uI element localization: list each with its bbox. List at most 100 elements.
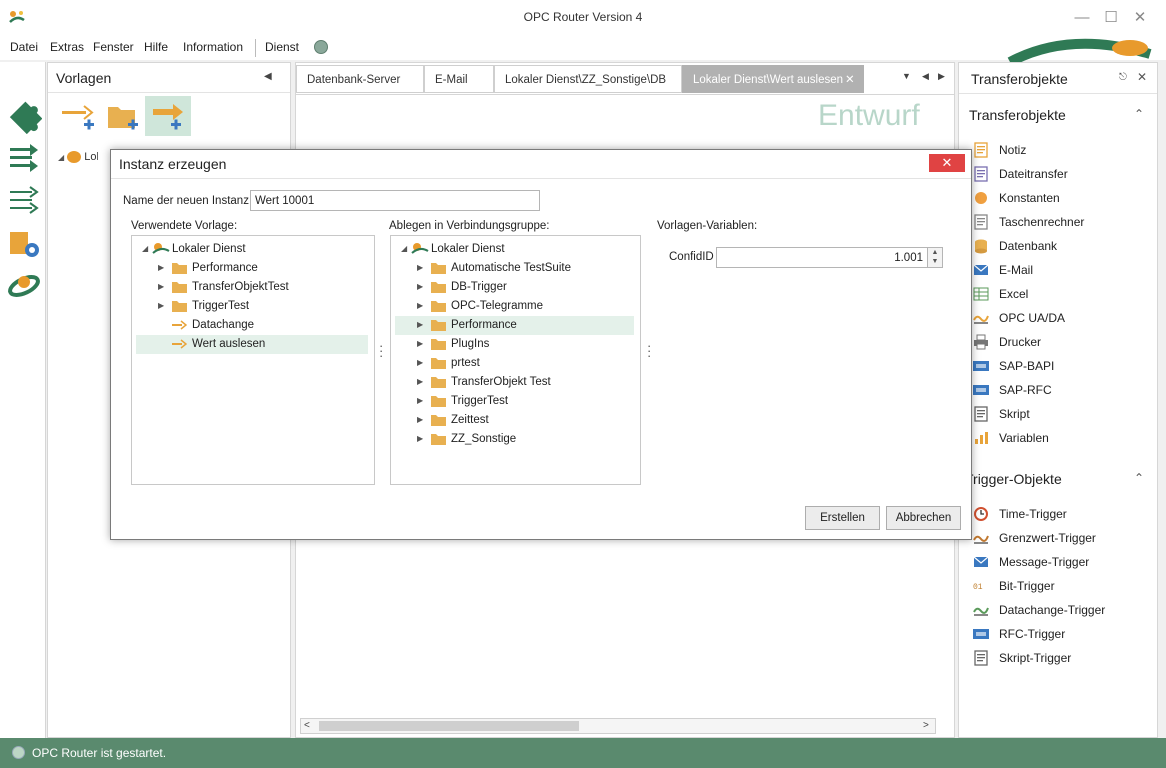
expand-right-icon[interactable]: ▶ [417,377,423,386]
menu-datei[interactable]: Datei [10,40,38,54]
transfer-object-item[interactable]: SAP-BAPI [973,356,1153,376]
transfer-object-item[interactable]: Variablen [973,428,1153,448]
vorlagen-tree-root[interactable]: ◢ Lokaler Dienst [58,151,98,164]
transfer-object-item[interactable]: Excel [973,284,1153,304]
expand-right-icon[interactable]: ▶ [417,339,423,348]
menu-fenster[interactable]: Fenster [93,40,134,54]
tree-item[interactable]: ▶ prtest [395,354,634,373]
template-lines-icon[interactable] [6,182,42,218]
expand-down-icon[interactable]: ◢ [401,244,407,253]
menu-hilfe[interactable]: Hilfe [144,40,168,54]
tab-wert-auslesen[interactable]: Lokaler Dienst\Wert auslesen ✕ [682,65,864,93]
collapse-icon[interactable]: ◀ [264,71,272,82]
chevron-up-icon[interactable]: ⌃ [1134,471,1144,485]
transfer-object-item[interactable]: Datachange-Trigger [973,600,1153,620]
opc-router-icon[interactable] [6,268,42,304]
tab-next-icon[interactable]: ▶ [938,71,945,82]
close-panel-icon[interactable]: ✕ [1137,70,1147,84]
tab-datenbank-server[interactable]: Datenbank-Server [296,65,424,93]
tree-item[interactable]: Wert auslesen [136,335,368,354]
expand-right-icon[interactable]: ▶ [417,415,423,424]
transfer-object-item[interactable]: RFC-Trigger [973,624,1153,644]
transfer-object-item[interactable]: Taschenrechner [973,212,1153,232]
expand-right-icon[interactable]: ▶ [417,396,423,405]
tab-prev-icon[interactable]: ◀ [922,71,929,82]
tree-item[interactable]: ▶ PlugIns [395,335,634,354]
transfer-object-item[interactable]: Notiz [973,140,1153,160]
scroll-left-icon[interactable]: < [304,720,310,731]
expand-right-icon[interactable]: ▶ [158,263,164,272]
menu-information[interactable]: Information [183,40,243,54]
expand-down-icon[interactable]: ◢ [142,244,148,253]
menu-dienst[interactable]: Dienst [265,40,299,54]
tree-item[interactable]: ▶ TriggerTest [395,392,634,411]
tree-item[interactable]: ▶ TransferObjektTest [136,278,368,297]
svg-text:01: 01 [973,583,983,592]
confid-input[interactable] [716,247,928,268]
new-template-icon[interactable] [58,97,100,135]
expand-right-icon[interactable]: ▶ [158,301,164,310]
tree-item[interactable]: ▶ DB-Trigger [395,278,634,297]
transfer-lines-icon[interactable] [6,140,42,176]
transfer-object-item[interactable]: Grenzwert-Trigger [973,528,1153,548]
transfer-object-item[interactable]: Dateitransfer [973,164,1153,184]
puzzle-icon[interactable] [6,98,42,134]
pin-icon[interactable]: ⎋ [1119,72,1127,83]
scroll-thumb[interactable] [319,721,579,731]
transfer-object-item[interactable]: Konstanten [973,188,1153,208]
expand-right-icon[interactable]: ▶ [417,301,423,310]
tree-item[interactable]: ▶ Automatische TestSuite [395,259,634,278]
tab-email[interactable]: E-Mail [424,65,494,93]
chevron-up-icon[interactable]: ⌃ [1134,107,1144,121]
close-tab-icon[interactable]: ✕ [845,66,855,94]
transfer-object-item[interactable]: E-Mail [973,260,1153,280]
transfer-object-item[interactable]: Time-Trigger [973,504,1153,524]
transfer-object-item[interactable]: Skript-Trigger [973,648,1153,668]
tree-root[interactable]: ◢ Lokaler Dienst [136,240,366,259]
tree-item[interactable]: ▶ TriggerTest [136,297,368,316]
splitter-handle[interactable]: · · · [647,339,651,362]
abbrechen-button[interactable]: Abbrechen [886,506,961,530]
maximize-button[interactable]: ☐ [1097,6,1125,30]
horizontal-scrollbar[interactable]: < > [300,718,936,734]
new-folder-icon[interactable] [102,97,144,135]
menu-extras[interactable]: Extras [50,40,84,54]
settings-gear-icon[interactable] [6,226,42,262]
splitter-handle[interactable]: · · · [379,339,383,362]
tree-item[interactable]: ▶ TransferObjekt Test [395,373,634,392]
create-instance-icon[interactable] [147,97,189,135]
tree-item[interactable]: ▶ ZZ_Sonstige [395,430,634,449]
transfer-object-item[interactable]: Drucker [973,332,1153,352]
tree-item[interactable]: Datachange [136,316,368,335]
tree-root-label: Lokaler Dienst [431,243,505,255]
transfer-object-label: OPC UA/DA [999,311,1066,325]
expand-right-icon[interactable]: ▶ [417,358,423,367]
transfer-object-item[interactable]: OPC UA/DA [973,308,1153,328]
tree-item[interactable]: ▶ Zeittest [395,411,634,430]
transfer-object-item[interactable]: Message-Trigger [973,552,1153,572]
expand-right-icon[interactable]: ▶ [417,434,423,443]
expand-right-icon[interactable]: ▶ [417,320,423,329]
transfer-object-item[interactable]: SAP-RFC [973,380,1153,400]
transfer-object-item[interactable]: 01 Bit-Trigger [973,576,1153,596]
scroll-right-icon[interactable]: > [923,720,929,731]
confid-stepper[interactable]: ▲ ▼ [927,247,943,268]
transfer-object-label: Konstanten [999,191,1060,205]
tree-item[interactable]: ▶ OPC-Telegramme [395,297,634,316]
tree-item[interactable]: ▶ Performance [136,259,368,278]
tab-zz-sonstige-db[interactable]: Lokaler Dienst\ZZ_Sonstige\DB [494,65,682,93]
tree-item[interactable]: ▶ Performance [395,316,634,335]
transfer-object-item[interactable]: Skript [973,404,1153,424]
transfer-object-item[interactable]: Datenbank [973,236,1153,256]
minimize-button[interactable]: — [1068,6,1096,30]
tree-root[interactable]: ◢ Lokaler Dienst [395,240,625,259]
variables-label: Vorlagen-Variablen: [657,220,758,232]
expand-right-icon[interactable]: ▶ [417,282,423,291]
tab-list-dropdown-icon[interactable]: ▼ [902,71,911,81]
dialog-close-button[interactable]: ✕ [929,154,965,172]
erstellen-button[interactable]: Erstellen [805,506,880,530]
instance-name-input[interactable] [250,190,540,211]
expand-right-icon[interactable]: ▶ [417,263,423,272]
expand-right-icon[interactable]: ▶ [158,282,164,291]
close-window-button[interactable]: ✕ [1126,6,1154,30]
